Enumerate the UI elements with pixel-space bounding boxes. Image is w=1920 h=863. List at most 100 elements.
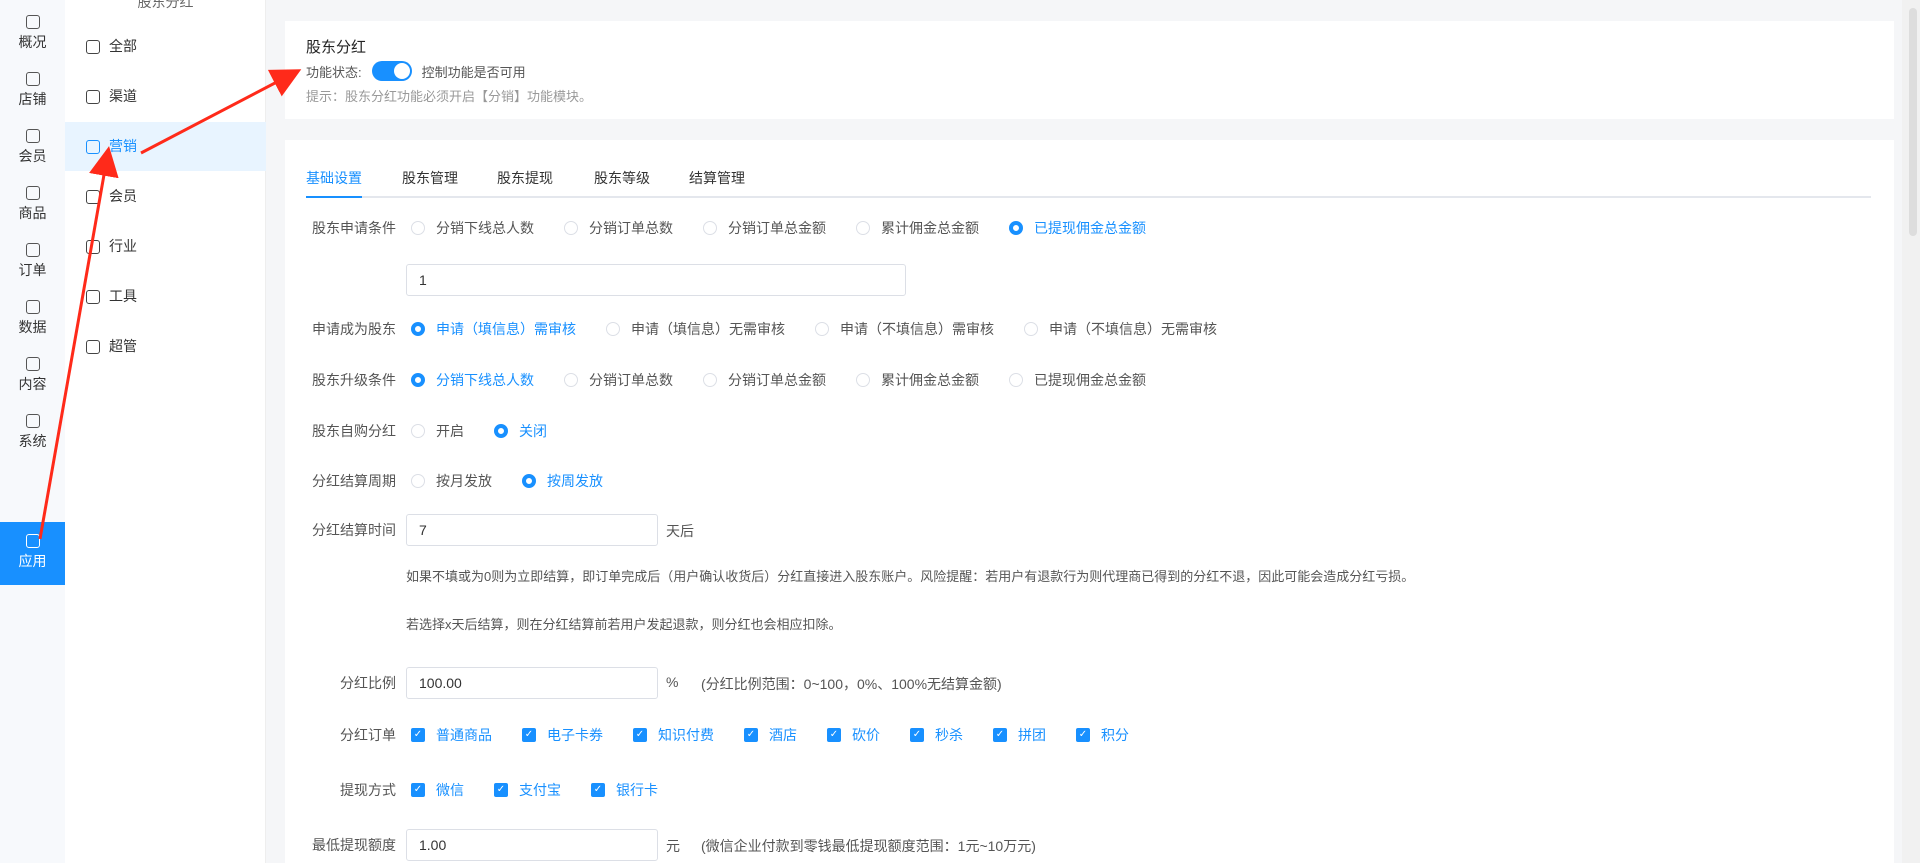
radio-option[interactable]: 分销订单总数: [564, 370, 673, 390]
rail-item-7[interactable]: 系统: [0, 402, 65, 462]
rail-item-6[interactable]: 内容: [0, 345, 65, 405]
sidebar-item-4[interactable]: 行业: [65, 222, 266, 271]
radio-selected[interactable]: [411, 322, 425, 336]
checkbox-checked-icon[interactable]: ✓: [993, 728, 1007, 742]
checkbox-option[interactable]: ✓ 秒杀: [910, 725, 963, 745]
radio-option[interactable]: 已提现佣金总金额: [1009, 218, 1146, 238]
checkbox-option[interactable]: ✓ 微信: [411, 780, 464, 800]
checkbox-option[interactable]: ✓ 拼团: [993, 725, 1046, 745]
radio-option[interactable]: 分销订单总金额: [703, 218, 826, 238]
radio-unselected[interactable]: [703, 221, 717, 235]
sidebar-item-5[interactable]: 工具: [65, 272, 266, 321]
user-icon: [25, 129, 40, 143]
radio-option[interactable]: 开启: [411, 421, 464, 441]
radio-option[interactable]: 申请（填信息）无需审核: [606, 319, 785, 339]
checkbox-checked-icon[interactable]: ✓: [591, 783, 605, 797]
radio-option[interactable]: 申请（不填信息）无需审核: [1024, 319, 1217, 339]
checkbox-option[interactable]: ✓ 酒店: [744, 725, 797, 745]
tab-4[interactable]: 结算管理: [689, 168, 745, 188]
sidebar-item-label: 超管: [109, 338, 137, 354]
checkbox-checked-icon[interactable]: ✓: [910, 728, 924, 742]
rail-item-1[interactable]: 店铺: [0, 60, 65, 120]
apply_condition-row: 股东申请条件 分销下线总人数 分销订单总数 分销订单总金额 累计佣金总金额 已提现佣金总金…: [285, 216, 1894, 240]
checkbox-checked-icon[interactable]: ✓: [744, 728, 758, 742]
checkbox-checked-icon[interactable]: ✓: [827, 728, 841, 742]
radio-option[interactable]: 按月发放: [411, 471, 492, 491]
condition-value-input[interactable]: 1: [406, 264, 906, 296]
radio-unselected[interactable]: [1009, 373, 1023, 387]
ratio-input[interactable]: 100.00: [406, 667, 658, 699]
checkbox-option[interactable]: ✓ 普通商品: [411, 725, 492, 745]
radio-selected[interactable]: [522, 474, 536, 488]
radio-option[interactable]: 已提现佣金总金额: [1009, 370, 1146, 390]
radio-unselected[interactable]: [856, 373, 870, 387]
checkbox-option[interactable]: ✓ 积分: [1076, 725, 1129, 745]
yuan-unit: 元: [666, 838, 680, 854]
rail-item-2[interactable]: 会员: [0, 117, 65, 177]
sidebar-item-0[interactable]: 全部: [65, 22, 266, 71]
checkbox-checked-icon[interactable]: ✓: [411, 728, 425, 742]
radio-option[interactable]: 累计佣金总金额: [856, 218, 979, 238]
checkbox-checked-icon[interactable]: ✓: [1076, 728, 1090, 742]
settle-days-input[interactable]: 7: [406, 514, 658, 546]
radio-option[interactable]: 申请（填信息）需审核: [411, 319, 576, 339]
radio-selected[interactable]: [1009, 221, 1023, 235]
radio-unselected[interactable]: [564, 373, 578, 387]
radio-option[interactable]: 申请（不填信息）需审核: [815, 319, 994, 339]
rail-item-4[interactable]: 订单: [0, 231, 65, 291]
apply_condition-option-label: 已提现佣金总金额: [1034, 220, 1146, 236]
radio-option[interactable]: 分销下线总人数: [411, 370, 534, 390]
scrollbar-thumb[interactable]: [1909, 8, 1917, 236]
radio-option[interactable]: 分销下线总人数: [411, 218, 534, 238]
checkbox-option[interactable]: ✓ 银行卡: [591, 780, 658, 800]
rail-item-3[interactable]: 商品: [0, 174, 65, 234]
checkbox-checked-icon[interactable]: ✓: [633, 728, 647, 742]
radio-unselected[interactable]: [411, 221, 425, 235]
sidebar-item-6[interactable]: 超管: [65, 322, 266, 371]
radio-option[interactable]: 按周发放: [522, 471, 603, 491]
feature-status: 功能状态: 控制功能是否可用: [306, 61, 526, 81]
checkbox-option[interactable]: ✓ 砍价: [827, 725, 880, 745]
tab-1[interactable]: 股东管理: [402, 168, 458, 188]
checkbox-checked-icon[interactable]: ✓: [494, 783, 508, 797]
feature-toggle[interactable]: [371, 61, 412, 81]
radio-unselected[interactable]: [856, 221, 870, 235]
radio-unselected[interactable]: [703, 373, 717, 387]
sidebar-item-3[interactable]: 会员: [65, 172, 266, 221]
min-withdraw-input[interactable]: 1.00: [406, 829, 658, 861]
orders-option-label: 拼团: [1018, 727, 1046, 743]
scrollbar[interactable]: [1902, 0, 1920, 863]
radio-unselected[interactable]: [606, 322, 620, 336]
radio-unselected[interactable]: [564, 221, 578, 235]
checkbox-option[interactable]: ✓ 支付宝: [494, 780, 561, 800]
radio-selected[interactable]: [411, 373, 425, 387]
radio-option[interactable]: 累计佣金总金额: [856, 370, 979, 390]
radio-option[interactable]: 关闭: [494, 421, 547, 441]
radio-option[interactable]: 分销订单总金额: [703, 370, 826, 390]
self_buy-row: 股东自购分红 开启 关闭: [285, 419, 1894, 443]
rail-item-0[interactable]: 概况: [0, 3, 65, 63]
tab-0[interactable]: 基础设置: [306, 168, 362, 198]
radio-unselected[interactable]: [411, 424, 425, 438]
tab-2[interactable]: 股东提现: [497, 168, 553, 188]
radio-unselected[interactable]: [1024, 322, 1038, 336]
radio-option[interactable]: 分销订单总数: [564, 218, 673, 238]
rail-item-8[interactable]: 应用: [0, 522, 65, 585]
become-row: 申请成为股东 申请（填信息）需审核 申请（填信息）无需审核 申请（不填信息）需审核 申请…: [285, 317, 1894, 341]
sidebar-item-label: 会员: [109, 188, 137, 204]
radio-selected[interactable]: [494, 424, 508, 438]
radio-unselected[interactable]: [411, 474, 425, 488]
upgrade-label: 股东升级条件: [312, 372, 396, 388]
tab-3[interactable]: 股东等级: [594, 168, 650, 188]
checkbox-option[interactable]: ✓ 电子卡券: [522, 725, 603, 745]
checkbox-checked-icon[interactable]: ✓: [411, 783, 425, 797]
upgrade-options: 分销下线总人数 分销订单总数 分销订单总金额 累计佣金总金额 已提现佣金总金额: [411, 370, 1176, 390]
withdraw-label: 提现方式: [340, 782, 396, 798]
sidebar-item-1[interactable]: 渠道: [65, 72, 266, 121]
rail-item-5[interactable]: 数据: [0, 288, 65, 348]
radio-unselected[interactable]: [815, 322, 829, 336]
checkbox-option[interactable]: ✓ 知识付费: [633, 725, 714, 745]
checkbox-checked-icon[interactable]: ✓: [522, 728, 536, 742]
withdraw-row: 提现方式 ✓ 微信 ✓ 支付宝 ✓ 银行卡: [285, 778, 1894, 802]
sidebar-item-2[interactable]: 营销: [65, 122, 266, 171]
